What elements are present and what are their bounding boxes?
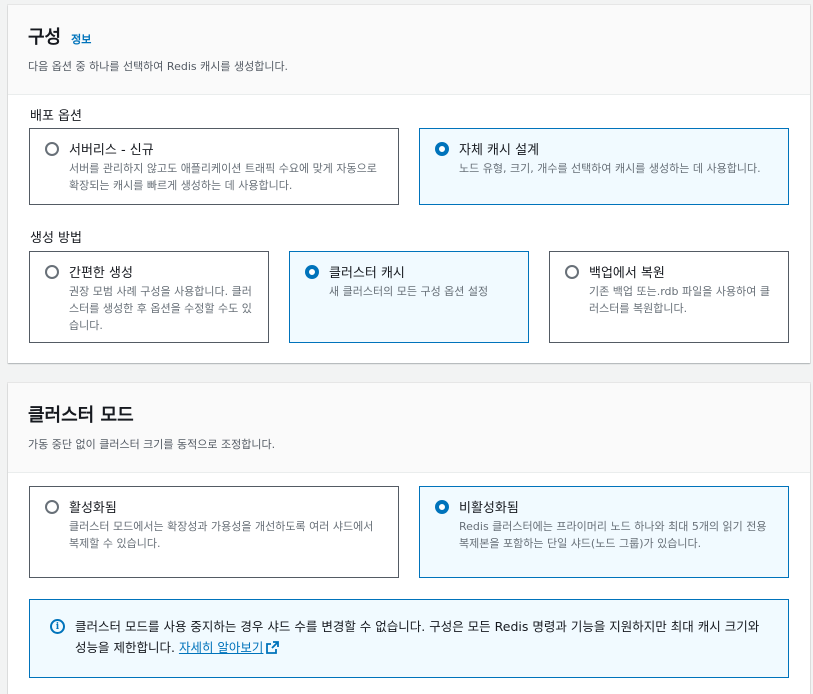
external-link-icon xyxy=(266,641,280,654)
learn-more-label: 자세히 알아보기 xyxy=(178,640,264,655)
tile-cluster-cache-description: 새 클러스터의 모든 구성 옵션 설정 xyxy=(329,285,489,298)
tile-easy-create-title: 간편한 생성 xyxy=(69,266,133,281)
configuration-title: 구성 xyxy=(28,27,62,48)
tile-cluster-cache[interactable]: 클러스터 캐시 새 클러스터의 모든 구성 옵션 설정 xyxy=(289,251,529,343)
tile-restore-backup-description: 기존 백업 또는.rdb 파일을 사용하여 클러스터를 복원합니다. xyxy=(589,285,770,315)
alert-text: 클러스터 모드를 사용 중지하는 경우 샤드 수를 변경할 수 없습니다. 구성… xyxy=(75,619,760,655)
tile-serverless[interactable]: 서버리스 - 신규 서버를 관리하지 않고도 애플리케이션 트래픽 수요에 맞게… xyxy=(29,128,399,205)
radio-easy-create[interactable] xyxy=(45,264,59,279)
cluster-mode-header: 클러스터 모드 가동 중단 없이 클러스터 크기를 동적으로 조정합니다. xyxy=(8,383,810,473)
radio-serverless[interactable] xyxy=(45,141,59,156)
tile-design-own-cache[interactable]: 자체 캐시 설계 노드 유형, 크기, 개수를 선택하여 캐시를 생성하는 데 … xyxy=(419,128,789,205)
tile-design-own-cache-description: 노드 유형, 크기, 개수를 선택하여 캐시를 생성하는 데 사용합니다. xyxy=(459,162,761,175)
tile-restore-backup-title: 백업에서 복원 xyxy=(589,266,665,281)
radio-cluster-disabled[interactable] xyxy=(435,499,449,514)
radio-restore-backup[interactable] xyxy=(565,264,579,279)
tile-serverless-title: 서버리스 - 신규 xyxy=(69,143,154,158)
tile-cluster-enabled-description: 클러스터 모드에서는 확장성과 가용성을 개선하도록 여러 샤드에서 복제할 수… xyxy=(69,520,374,550)
learn-more-link[interactable]: 자세히 알아보기 xyxy=(178,640,280,655)
radio-cluster-cache[interactable] xyxy=(305,264,319,279)
info-link[interactable]: 정보 xyxy=(71,31,91,47)
info-icon: i xyxy=(50,619,65,634)
tile-cluster-disabled-description: Redis 클러스터에는 프라이머리 노드 하나와 최대 5개의 읽기 전용 복… xyxy=(459,520,767,550)
cluster-mode-description: 가동 중단 없이 클러스터 크기를 동적으로 조정합니다. xyxy=(28,438,276,451)
radio-design-own-cache[interactable] xyxy=(435,141,449,156)
cluster-mode-info-alert: i 클러스터 모드를 사용 중지하는 경우 샤드 수를 변경할 수 없습니다. … xyxy=(29,599,789,678)
configuration-header: 구성 정보 다음 옵션 중 하나를 선택하여 Redis 캐시를 생성합니다. xyxy=(8,5,810,95)
configuration-description: 다음 옵션 중 하나를 선택하여 Redis 캐시를 생성합니다. xyxy=(28,60,289,73)
tile-serverless-description: 서버를 관리하지 않고도 애플리케이션 트래픽 수요에 맞게 자동으로 확장되는… xyxy=(69,162,377,192)
tile-restore-backup[interactable]: 백업에서 복원 기존 백업 또는.rdb 파일을 사용하여 클러스터를 복원합니… xyxy=(549,251,789,343)
tile-cluster-disabled[interactable]: 비활성화됨 Redis 클러스터에는 프라이머리 노드 하나와 최대 5개의 읽… xyxy=(419,486,789,578)
tile-design-own-cache-title: 자체 캐시 설계 xyxy=(459,143,540,158)
tile-cluster-cache-title: 클러스터 캐시 xyxy=(329,266,405,281)
tile-easy-create[interactable]: 간편한 생성 권장 모범 사례 구성을 사용합니다. 클러스터를 생성한 후 옵… xyxy=(29,251,269,343)
creation-method-label: 생성 방법 xyxy=(30,231,82,246)
cluster-mode-title: 클러스터 모드 xyxy=(28,405,134,426)
cluster-mode-panel: 클러스터 모드 가동 중단 없이 클러스터 크기를 동적으로 조정합니다. 활성… xyxy=(8,383,810,694)
deployment-option-label: 배포 옵션 xyxy=(30,109,82,124)
tile-cluster-enabled-title: 활성화됨 xyxy=(69,501,117,516)
radio-cluster-enabled[interactable] xyxy=(45,499,59,514)
tile-cluster-disabled-title: 비활성화됨 xyxy=(459,501,519,516)
alert-message: 클러스터 모드를 사용 중지하는 경우 샤드 수를 변경할 수 없습니다. 구성… xyxy=(75,616,764,677)
configuration-panel: 구성 정보 다음 옵션 중 하나를 선택하여 Redis 캐시를 생성합니다. … xyxy=(8,5,810,363)
tile-easy-create-description: 권장 모범 사례 구성을 사용합니다. 클러스터를 생성한 후 옵션을 수정할 … xyxy=(69,285,252,332)
tile-cluster-enabled[interactable]: 활성화됨 클러스터 모드에서는 확장성과 가용성을 개선하도록 여러 샤드에서 … xyxy=(29,486,399,578)
